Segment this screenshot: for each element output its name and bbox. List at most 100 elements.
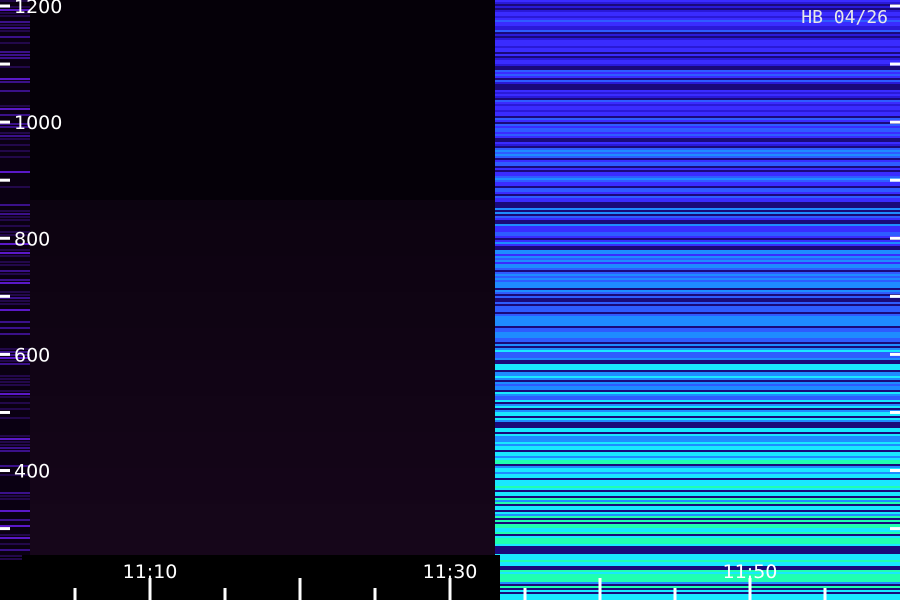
band-right-stripe	[495, 556, 900, 558]
band-left-stripe	[0, 90, 30, 92]
band-right-stripe	[495, 292, 900, 294]
band-right-stripe	[495, 320, 900, 322]
band-right-stripe	[495, 108, 900, 110]
band-right-stripe	[495, 290, 900, 292]
band-mid-shade	[30, 516, 495, 520]
band-mid-shade	[30, 448, 495, 452]
band-right-stripe	[495, 578, 900, 580]
band-right-stripe	[495, 558, 900, 560]
band-mid-shade	[30, 480, 495, 484]
band-left-stripe	[0, 213, 30, 215]
band-right-stripe	[495, 228, 900, 230]
band-mid-shade	[30, 328, 495, 332]
band-right-stripe	[495, 418, 900, 420]
band-left-stripe	[0, 417, 30, 419]
band-right-stripe	[495, 180, 900, 182]
band-right-stripe	[495, 266, 900, 268]
band-left-stripe	[0, 495, 30, 497]
band-right-stripe	[495, 414, 900, 416]
band-mid-shade	[30, 500, 495, 504]
band-right-stripe	[495, 106, 900, 108]
band-right-stripe	[495, 236, 900, 238]
band-right-stripe	[495, 174, 900, 176]
band-right-stripe	[495, 128, 900, 130]
band-mid-shade	[30, 528, 495, 532]
band-right-stripe	[495, 322, 900, 324]
band-right-stripe	[495, 218, 900, 220]
band-right-stripe	[495, 308, 900, 310]
band-right-stripe	[495, 206, 900, 208]
band-mid-shade	[30, 284, 495, 288]
band-right-stripe	[495, 310, 900, 312]
band-mid-shade	[30, 428, 495, 432]
band-right-stripe	[495, 240, 900, 242]
band-left-stripe	[0, 441, 30, 443]
band-right-stripe	[495, 486, 900, 488]
band-right-stripe	[495, 208, 900, 210]
band-right-stripe	[495, 336, 900, 338]
band-right-stripe	[495, 68, 900, 70]
band-mid-shade	[30, 280, 495, 284]
band-right-stripe	[495, 314, 900, 316]
band-right-stripe	[495, 224, 900, 226]
band-right-stripe	[495, 490, 900, 492]
band-right-stripe	[495, 524, 900, 526]
band-right-stripe	[495, 192, 900, 194]
band-left-stripe	[0, 375, 30, 377]
band-left-stripe	[0, 252, 30, 254]
band-right-stripe	[495, 268, 900, 270]
band-right-stripe	[495, 512, 900, 514]
band-right-stripe	[495, 178, 900, 180]
band-right-stripe	[495, 356, 900, 358]
band-right-stripe	[495, 130, 900, 132]
band-right-stripe	[495, 532, 900, 534]
band-right-stripe	[495, 138, 900, 140]
band-mid-shade	[30, 312, 495, 316]
y-tick-right	[890, 410, 900, 414]
band-right-stripe	[495, 554, 900, 556]
band-left-stripe	[0, 135, 30, 137]
x-tick	[73, 588, 77, 600]
band-right-stripe	[495, 306, 900, 308]
band-left-stripe	[0, 42, 30, 44]
band-right-stripe	[495, 482, 900, 484]
band-mid-shade	[30, 348, 495, 352]
band-right-stripe	[495, 340, 900, 342]
band-left-stripe	[0, 144, 30, 146]
band-mid-shade	[30, 268, 495, 272]
band-right-stripe	[495, 304, 900, 306]
band-left-stripe	[0, 291, 30, 293]
band-mid-shade	[30, 496, 495, 500]
band-mid-shade	[30, 264, 495, 268]
band-mid-shade	[30, 548, 495, 552]
band-right-stripe	[495, 2, 900, 4]
band-right-stripe	[495, 514, 900, 516]
band-right-stripe	[495, 588, 900, 590]
band-right-stripe	[495, 226, 900, 228]
band-right-stripe	[495, 488, 900, 490]
band-right-stripe	[495, 162, 900, 164]
band-right-stripe	[495, 246, 900, 248]
y-tick-label: 1200	[14, 0, 62, 18]
band-right-stripe	[495, 220, 900, 222]
band-right-stripe	[495, 302, 900, 304]
band-left-stripe	[0, 498, 30, 500]
band-right-stripe	[495, 278, 900, 280]
band-right-stripe	[495, 376, 900, 378]
band-right-stripe	[495, 364, 900, 366]
band-right-stripe	[495, 194, 900, 196]
band-right-stripe	[495, 288, 900, 290]
band-right-stripe	[495, 366, 900, 368]
band-right-stripe	[495, 214, 900, 216]
band-mid-shade	[30, 220, 495, 224]
band-right-stripe	[495, 272, 900, 274]
band-right-stripe	[495, 574, 900, 576]
y-tick-left	[0, 236, 10, 240]
band-right-stripe	[495, 60, 900, 62]
band-right-stripe	[495, 244, 900, 246]
band-left-stripe	[0, 444, 30, 446]
band-mid-shade	[30, 544, 495, 548]
band-right-stripe	[495, 354, 900, 356]
y-tick-right	[890, 294, 900, 298]
band-right-stripe	[495, 552, 900, 554]
